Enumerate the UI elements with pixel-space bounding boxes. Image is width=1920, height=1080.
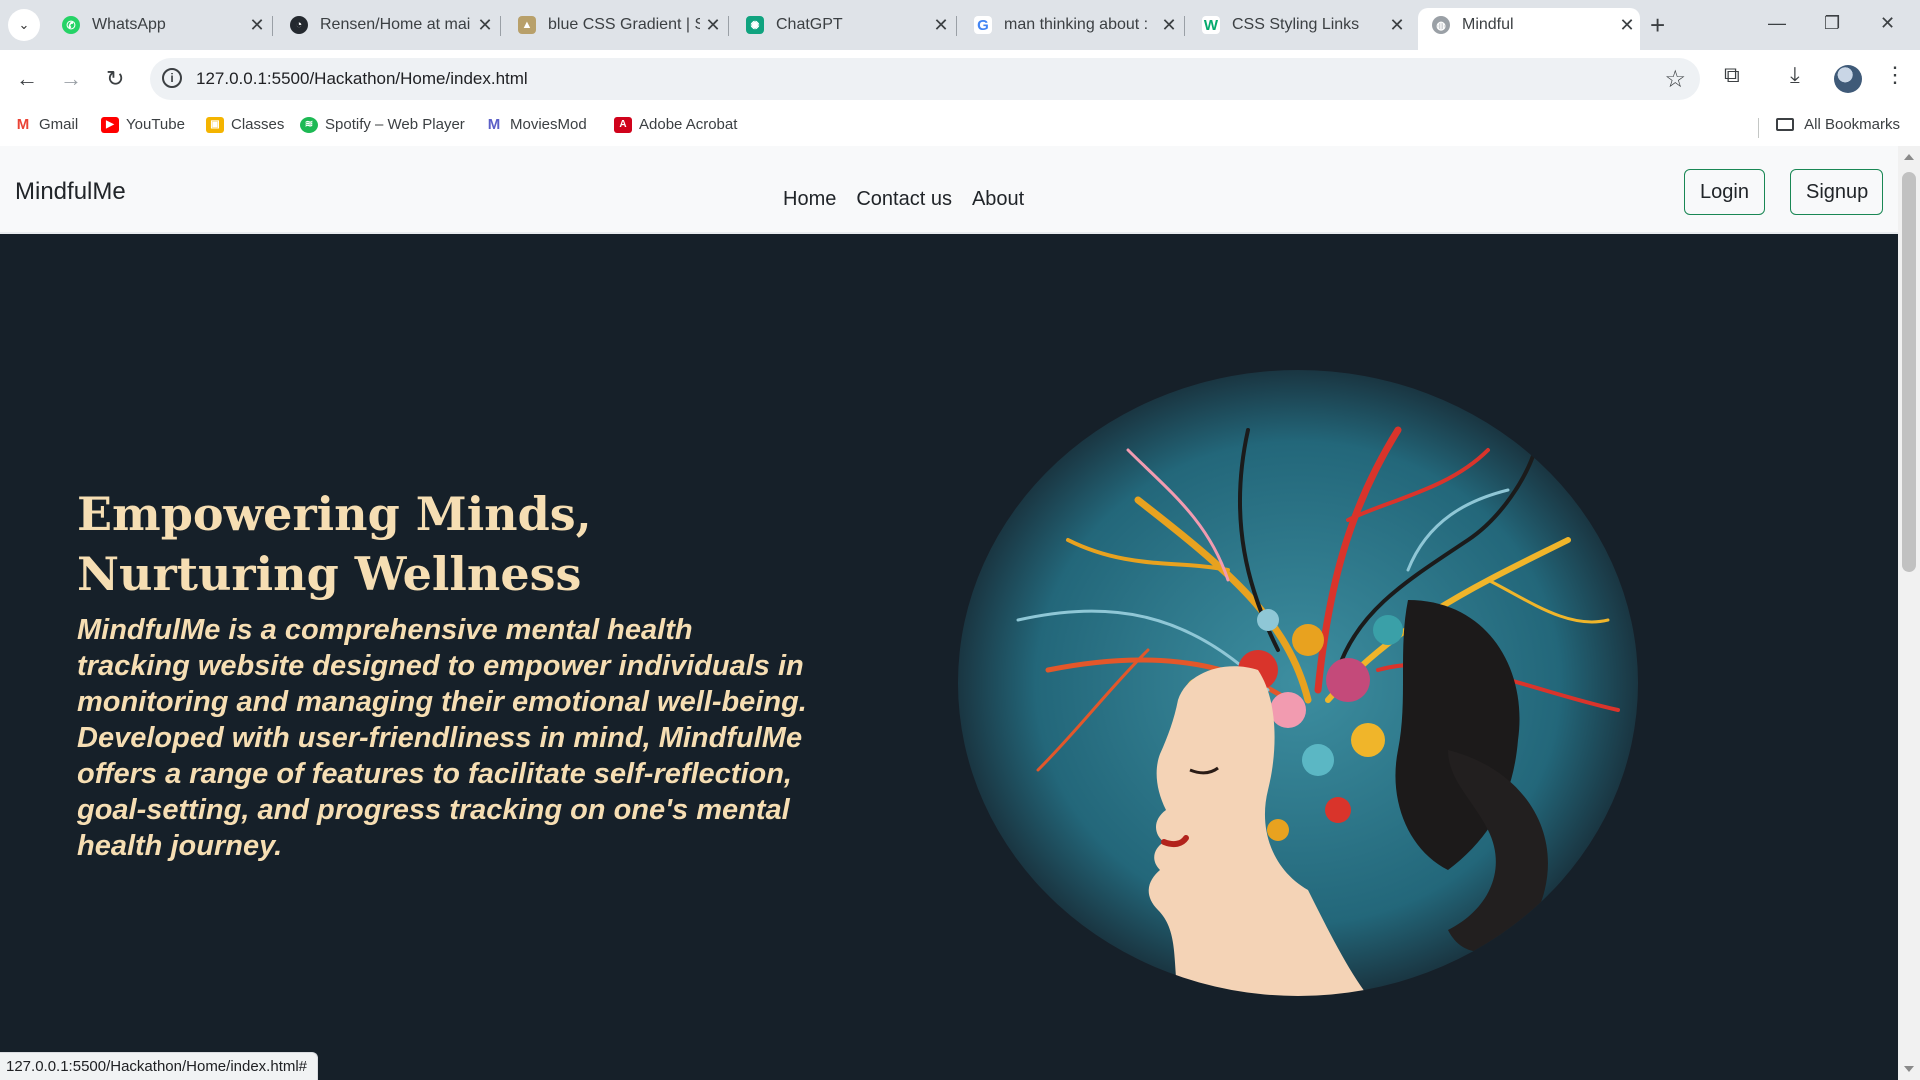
nav-link-home[interactable]: Home	[783, 188, 836, 211]
close-tab-icon[interactable]: ✕	[472, 15, 498, 36]
tab-css-gradient[interactable]: ▲ blue CSS Gradient | S ✕	[504, 8, 726, 42]
hero-description: MindfulMe is a comprehensive mental heal…	[77, 614, 807, 862]
forward-arrow-icon[interactable]: →	[60, 64, 82, 94]
nav-link-about[interactable]: About	[972, 188, 1024, 211]
bookmark-youtube[interactable]: ▶ YouTube	[101, 116, 185, 133]
page-viewport: MindfulMe Home Contact us About Login Si…	[0, 146, 1898, 1080]
chatgpt-icon: ✺	[746, 16, 764, 34]
hero-section: Empowering Minds, Nurturing Wellness Min…	[0, 234, 1898, 1080]
status-bar-url: 127.0.0.1:5500/Hackathon/Home/index.html…	[0, 1052, 319, 1080]
address-bar[interactable]: i 127.0.0.1:5500/Hackathon/Home/index.ht…	[150, 58, 1700, 100]
hero-title: Empowering Minds, Nurturing Wellness	[77, 487, 592, 601]
close-tab-icon[interactable]: ✕	[1384, 15, 1410, 36]
globe-icon: ◍	[1432, 16, 1450, 34]
moviesmod-icon: M	[485, 116, 503, 133]
bookmarks-bar: M Gmail ▶ YouTube ▣ Classes ≋ Spotify – …	[0, 108, 1920, 146]
tab-search-button[interactable]: ⌄	[8, 9, 40, 41]
site-info-icon[interactable]: i	[162, 68, 182, 88]
close-window-icon[interactable]: ✕	[1880, 8, 1895, 38]
bookmark-spotify[interactable]: ≋ Spotify – Web Player	[300, 116, 465, 133]
tab-mindful[interactable]: ◍ Mindful ✕	[1418, 8, 1640, 50]
scroll-up-icon[interactable]	[1904, 154, 1914, 160]
classroom-icon: ▣	[206, 116, 224, 133]
scroll-down-icon[interactable]	[1904, 1066, 1914, 1072]
page-scrollbar[interactable]	[1898, 146, 1920, 1080]
google-icon: G	[974, 16, 992, 34]
bookmark-moviesmod[interactable]: M MoviesMod	[485, 116, 587, 133]
login-button[interactable]: Login	[1684, 169, 1765, 215]
tab-chatgpt[interactable]: ✺ ChatGPT ✕	[732, 8, 954, 42]
back-arrow-icon[interactable]: ←	[16, 64, 38, 94]
close-tab-icon[interactable]: ✕	[700, 15, 726, 36]
youtube-icon: ▶	[101, 116, 119, 133]
whatsapp-icon: ✆	[62, 16, 80, 34]
acrobat-icon: A	[614, 116, 632, 133]
browser-toolbar: ← → ↻ i 127.0.0.1:5500/Hackathon/Home/in…	[0, 50, 1920, 108]
download-icon[interactable]: ⤓	[1790, 62, 1800, 88]
gmail-icon: M	[14, 116, 32, 133]
site-navbar: MindfulMe Home Contact us About Login Si…	[0, 146, 1898, 234]
extensions-icon[interactable]: ⧉	[1724, 62, 1740, 88]
tab-strip: ⌄ ✆ WhatsApp ✕ ◔ Rensen/Home at mai ✕ ▲ …	[0, 0, 1920, 50]
nav-link-contact[interactable]: Contact us	[856, 188, 952, 211]
spotify-icon: ≋	[300, 116, 318, 133]
hero-illustration	[958, 370, 1638, 996]
chevron-down-icon: ⌄	[18, 17, 30, 32]
close-tab-icon[interactable]: ✕	[928, 15, 954, 36]
site-nav-links: Home Contact us About	[783, 188, 1024, 211]
site-brand[interactable]: MindfulMe	[15, 178, 126, 206]
new-tab-button[interactable]: +	[1650, 10, 1665, 40]
address-url[interactable]: 127.0.0.1:5500/Hackathon/Home/index.html	[196, 69, 528, 89]
signup-button[interactable]: Signup	[1790, 169, 1883, 215]
bookmark-star-icon[interactable]: ☆	[1664, 65, 1686, 94]
w3schools-icon: W	[1202, 16, 1220, 34]
tab-whatsapp[interactable]: ✆ WhatsApp ✕	[48, 8, 270, 42]
all-bookmarks-button[interactable]: All Bookmarks	[1776, 116, 1900, 133]
minimize-icon[interactable]: —	[1768, 8, 1786, 38]
reload-icon[interactable]: ↻	[106, 64, 124, 94]
restore-icon[interactable]: ❐	[1824, 8, 1840, 38]
more-menu-icon[interactable]: ⋮	[1884, 62, 1906, 88]
close-tab-icon[interactable]: ✕	[244, 15, 270, 36]
close-tab-icon[interactable]: ✕	[1156, 15, 1182, 36]
scroll-thumb[interactable]	[1902, 172, 1916, 572]
close-tab-icon[interactable]: ✕	[1614, 15, 1640, 36]
github-icon: ◔	[290, 16, 308, 34]
profile-avatar[interactable]	[1834, 65, 1862, 93]
folder-icon	[1776, 118, 1795, 131]
tab-github[interactable]: ◔ Rensen/Home at mai ✕	[276, 8, 498, 42]
tab-w3schools[interactable]: W CSS Styling Links ✕	[1188, 8, 1410, 42]
bookmark-gmail[interactable]: M Gmail	[14, 116, 78, 133]
cssgradient-icon: ▲	[518, 16, 536, 34]
bookmark-adobe-acrobat[interactable]: A Adobe Acrobat	[614, 116, 737, 133]
bookmark-classes[interactable]: ▣ Classes	[206, 116, 284, 133]
tab-google[interactable]: G man thinking about : ✕	[960, 8, 1182, 42]
